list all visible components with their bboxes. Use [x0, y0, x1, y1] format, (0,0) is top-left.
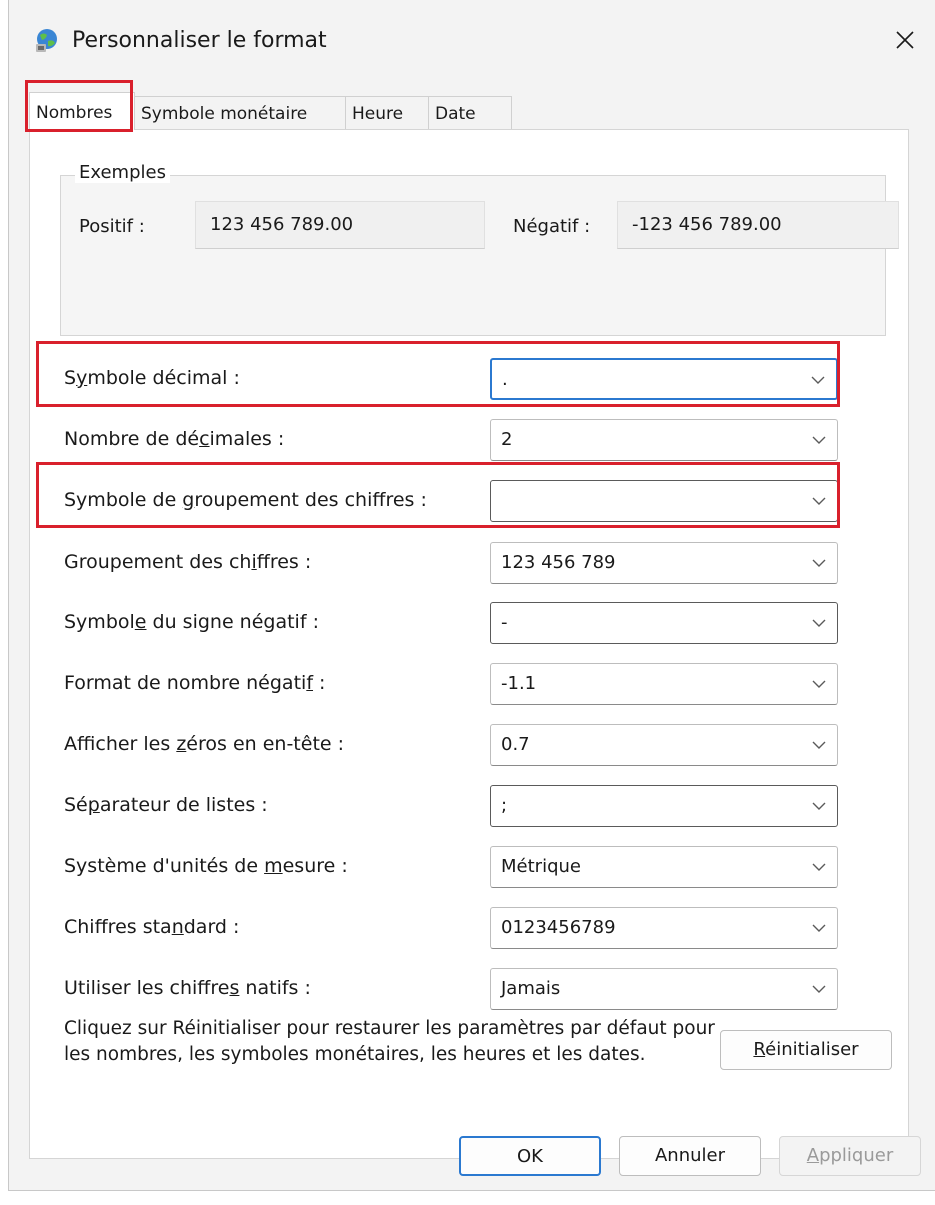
label-text: Chiffres sta — [64, 916, 172, 938]
title-bar: Personnaliser le format — [9, 0, 935, 80]
reset-label: éinitialiser — [765, 1039, 859, 1060]
apply-mnemonic: A — [806, 1145, 820, 1166]
highlight-decimal-symbol-row — [36, 341, 840, 407]
dropdown-value: -1.1 — [501, 673, 537, 694]
chevron-down-icon — [812, 863, 826, 871]
leading-zeros-dropdown[interactable]: 0.7 — [490, 724, 838, 766]
label-mnemonic: e — [134, 611, 147, 633]
highlight-grouping-symbol-row — [36, 462, 840, 528]
dropdown-value: Jamais — [501, 978, 561, 999]
highlight-tab-nombres — [25, 80, 133, 132]
label-mnemonic: p — [87, 794, 100, 816]
label-text: arateur de listes : — [99, 794, 268, 816]
label-text: Nombre de dé — [64, 428, 200, 450]
tab-heure[interactable]: Heure — [345, 96, 429, 130]
label-mnemonic: m — [264, 855, 283, 877]
label-mnemonic: s — [229, 977, 240, 999]
label-text: esure : — [282, 855, 348, 877]
label-mnemonic: z — [176, 733, 187, 755]
measurement-system-dropdown[interactable]: Métrique — [490, 846, 838, 888]
label-text: éros en en-tête : — [186, 733, 345, 755]
ok-button[interactable]: OK — [459, 1136, 601, 1176]
tab-label: Symbole monétaire — [141, 104, 308, 124]
positive-label: Positif : — [79, 216, 145, 237]
label-text: Groupement des ch — [64, 551, 252, 573]
decimal-count-label: Nombre de décimales : — [64, 428, 284, 450]
negative-number-format-dropdown[interactable]: -1.1 — [490, 663, 838, 705]
tab-symbole-monetaire[interactable]: Symbole monétaire — [134, 96, 346, 130]
label-mnemonic: c — [199, 428, 210, 450]
negative-sign-symbol-dropdown[interactable]: - — [490, 602, 838, 644]
dropdown-value: 2 — [501, 429, 513, 450]
label-text: ffres : — [256, 551, 312, 573]
native-digits-dropdown[interactable]: Jamais — [490, 968, 838, 1010]
label-mnemonic: f — [306, 672, 314, 694]
close-button[interactable] — [883, 18, 927, 62]
list-separator-label: Séparateur de listes : — [64, 794, 268, 816]
label-text: imales : — [209, 428, 285, 450]
chevron-down-icon — [812, 985, 826, 993]
numbers-panel: Exemples Positif : 123 456 789.00 Négati… — [29, 129, 909, 1159]
decimal-count-dropdown[interactable]: 2 — [490, 419, 838, 461]
dropdown-value: - — [501, 612, 508, 633]
measurement-system-label: Système d'unités de mesure : — [64, 855, 348, 877]
examples-group: Exemples Positif : 123 456 789.00 Négati… — [60, 162, 899, 336]
label-text: : — [313, 672, 326, 694]
label-text: Afficher les — [64, 733, 177, 755]
label-text: Symbol — [64, 611, 135, 633]
native-digits-label: Utiliser les chiffres natifs : — [64, 977, 311, 999]
label-text: Utiliser les chiffre — [64, 977, 230, 999]
label-mnemonic: n — [171, 916, 184, 938]
apply-button[interactable]: Appliquer — [779, 1136, 921, 1176]
dropdown-value: ; — [501, 795, 508, 816]
tab-label: Heure — [352, 104, 404, 124]
dropdown-value: Métrique — [501, 856, 581, 877]
chevron-down-icon — [812, 924, 826, 932]
cancel-label: Annuler — [654, 1145, 725, 1166]
digit-grouping-label: Groupement des chiffres : — [64, 551, 311, 573]
ok-label: OK — [517, 1146, 543, 1167]
positive-example-value: 123 456 789.00 — [195, 201, 485, 249]
reset-button[interactable]: Réinitialiser — [720, 1030, 892, 1070]
chevron-down-icon — [812, 559, 826, 567]
chevron-down-icon — [812, 802, 826, 810]
chevron-down-icon — [812, 436, 826, 444]
standard-digits-dropdown[interactable]: 0123456789 — [490, 907, 838, 949]
negative-label: Négatif : — [513, 216, 591, 237]
chevron-down-icon — [812, 680, 826, 688]
globe-settings-icon — [36, 29, 57, 52]
apply-label: ppliquer — [819, 1145, 894, 1166]
digit-grouping-dropdown[interactable]: 123 456 789 — [490, 542, 838, 584]
tab-label: Date — [435, 104, 476, 124]
cancel-button[interactable]: Annuler — [619, 1136, 761, 1176]
close-icon — [896, 31, 914, 49]
standard-digits-label: Chiffres standard : — [64, 916, 239, 938]
chevron-down-icon — [812, 619, 826, 627]
label-text: Système d'unités de — [64, 855, 265, 877]
customize-format-dialog: Personnaliser le format Nombres Symbole … — [8, 0, 935, 1191]
leading-zeros-label: Afficher les zéros en en-tête : — [64, 733, 344, 755]
reset-mnemonic: R — [753, 1039, 766, 1060]
dropdown-value: 0.7 — [501, 734, 530, 755]
examples-title: Exemples — [75, 162, 170, 183]
negative-sign-symbol-label: Symbole du signe négatif : — [64, 611, 319, 633]
reset-info-text: Cliquez sur Réinitialiser pour restaurer… — [64, 1018, 715, 1065]
tab-date[interactable]: Date — [428, 96, 512, 130]
window-title: Personnaliser le format — [72, 28, 327, 53]
label-text: dard : — [183, 916, 240, 938]
negative-example-value: -123 456 789.00 — [617, 201, 899, 249]
dropdown-value: 123 456 789 — [501, 552, 616, 573]
chevron-down-icon — [812, 741, 826, 749]
label-text: natifs : — [239, 977, 311, 999]
label-text: du signe négatif : — [146, 611, 319, 633]
list-separator-dropdown[interactable]: ; — [490, 785, 838, 827]
negative-number-format-label: Format de nombre négatif : — [64, 672, 325, 694]
label-text: Format de nombre négati — [64, 672, 307, 694]
dropdown-value: 0123456789 — [501, 917, 616, 938]
label-text: Sé — [64, 794, 88, 816]
